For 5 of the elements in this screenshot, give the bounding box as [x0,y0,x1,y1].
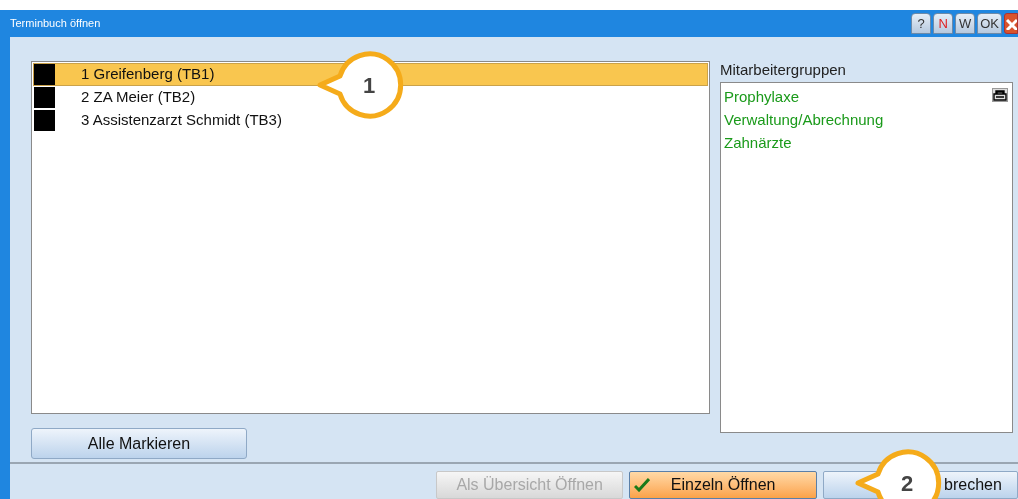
calendar-name: 3 Assistenzarzt Schmidt (TB3) [81,110,282,131]
groups-label: Mitarbeitergruppen [720,60,847,80]
window-title: Terminbuch öffnen [10,16,101,32]
calendar-name: 2 ZA Meier (TB2) [81,87,196,108]
calendar-name: 1 Greifenberg (TB1) [81,64,215,85]
